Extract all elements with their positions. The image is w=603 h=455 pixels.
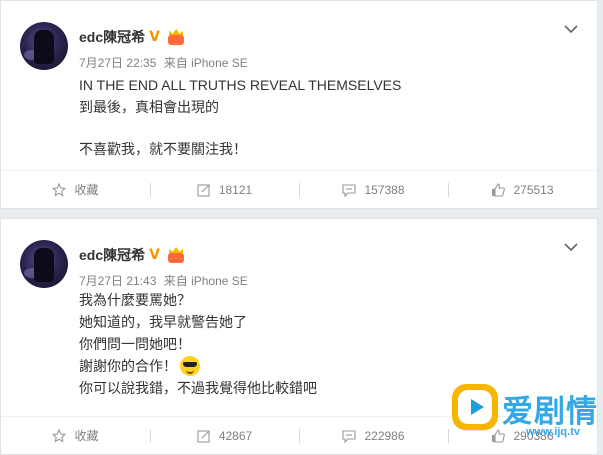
repost-count: 42867 [218, 428, 253, 443]
thumbs-up-icon [492, 182, 506, 197]
avatar[interactable] [20, 240, 68, 288]
favorite-button[interactable]: 收藏 [1, 417, 150, 454]
post-header: edc陳冠希 V [79, 28, 185, 46]
post-blank-line [79, 118, 401, 138]
post-text-line: 到最後，真相會出現的 [79, 99, 219, 115]
verified-badge-icon[interactable]: V [149, 248, 163, 262]
post-text-line: IN THE END ALL TRUTHS REVEAL THEMSELVES [79, 77, 402, 93]
repost-button[interactable]: 18121 [150, 171, 299, 208]
star-icon [52, 182, 67, 197]
watermark-brand: 爱剧情 [502, 394, 598, 429]
comment-count: 222986 [364, 428, 405, 443]
member-crown-icon[interactable] [167, 29, 185, 45]
post-source: 来自 iPhone SE [163, 56, 248, 70]
site-watermark: 爱剧情 www.ijq.tv [452, 382, 600, 442]
chevron-down-icon[interactable] [563, 21, 579, 37]
comment-icon [342, 183, 357, 197]
repost-icon [197, 183, 210, 197]
sunglasses-emoji-icon [180, 356, 200, 376]
comment-button[interactable]: 157388 [299, 171, 448, 208]
username-link[interactable]: edc陳冠希 [79, 27, 145, 47]
post-text-line: 你可以說我錯，不過我覺得他比較錯吧 [79, 380, 317, 396]
comment-button[interactable]: 222986 [299, 417, 448, 454]
post-content: 我為什麼要罵她？ 她知道的，我早就警告她了 你們問一問她吧！ 謝謝你的合作！ 你… [79, 289, 317, 399]
like-count: 275513 [513, 182, 554, 197]
post-text-line-with-emoji: 謝謝你的合作！ [79, 355, 317, 377]
post-content: IN THE END ALL TRUTHS REVEAL THEMSELVES … [79, 74, 401, 160]
like-button[interactable]: 275513 [448, 171, 597, 208]
play-logo-icon [452, 384, 498, 430]
post-meta: 7月27日 21:43 来自 iPhone SE [79, 272, 248, 289]
chevron-down-icon[interactable] [563, 239, 579, 255]
post-timestamp[interactable]: 7月27日 21:43 [79, 274, 156, 288]
favorite-button[interactable]: 收藏 [1, 171, 150, 208]
favorite-label: 收藏 [74, 429, 99, 443]
post-meta: 7月27日 22:35 来自 iPhone SE [79, 54, 248, 71]
favorite-label: 收藏 [74, 183, 99, 197]
post-text-line: 她知道的，我早就警告她了 [79, 314, 247, 330]
post-action-bar: 收藏 18121 157388 275513 [1, 170, 597, 208]
post-text-line: 謝謝你的合作！ [79, 358, 177, 374]
repost-count: 18121 [218, 182, 253, 197]
verified-badge-icon[interactable]: V [149, 30, 163, 44]
post-header: edc陳冠希 V [79, 246, 185, 264]
repost-icon [197, 429, 210, 443]
post-source: 来自 iPhone SE [163, 274, 248, 288]
avatar[interactable] [20, 22, 68, 70]
comment-count: 157388 [364, 182, 405, 197]
member-crown-icon[interactable] [167, 247, 185, 263]
post-text-line: 我為什麼要罵她？ [79, 292, 191, 308]
repost-button[interactable]: 42867 [150, 417, 299, 454]
watermark-url: www.ijq.tv [526, 426, 580, 438]
post-text-line: 你們問一問她吧！ [79, 336, 191, 352]
post-timestamp[interactable]: 7月27日 22:35 [79, 56, 156, 70]
post-text-line: 不喜歡我，就不要關注我！ [79, 141, 247, 157]
username-link[interactable]: edc陳冠希 [79, 245, 145, 265]
comment-icon [342, 429, 357, 443]
post-card: edc陳冠希 V 7月27日 22:35 来自 iPhone SE IN THE… [0, 0, 598, 209]
star-icon [52, 428, 67, 443]
